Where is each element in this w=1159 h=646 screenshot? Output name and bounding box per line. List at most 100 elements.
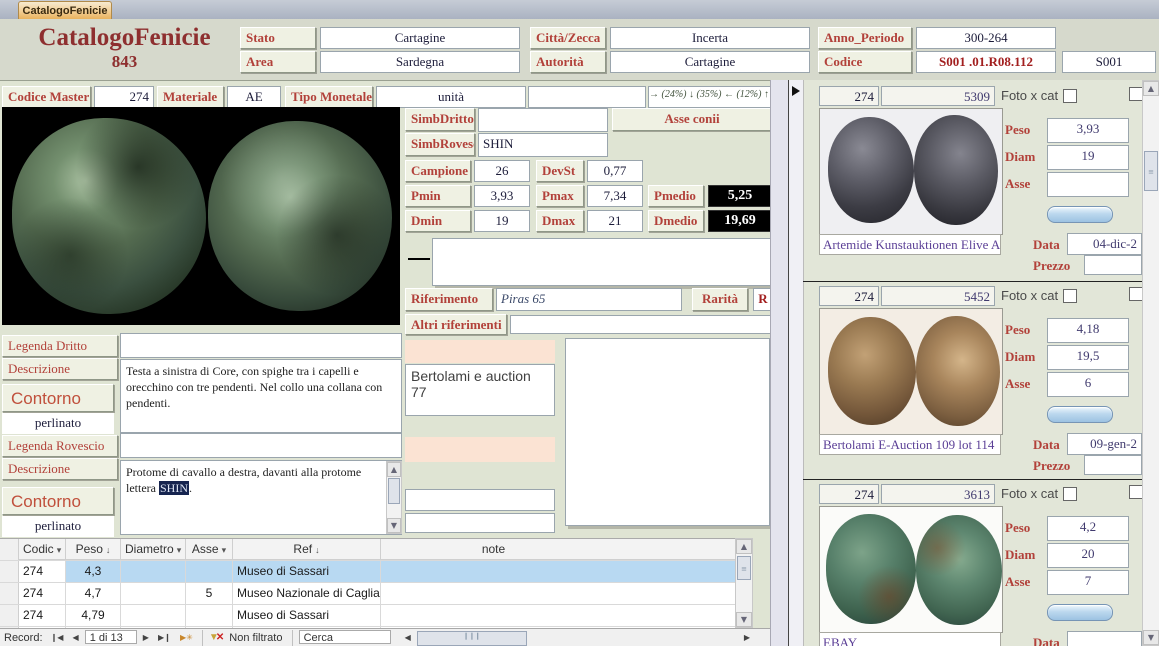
data-field[interactable]: 09-gen-2 (1067, 433, 1142, 455)
cell-asse[interactable] (186, 605, 233, 626)
record-flag-checkbox[interactable] (1129, 287, 1143, 301)
row-selector[interactable] (0, 583, 19, 604)
legenda-rovescio-field[interactable] (120, 433, 402, 458)
first-record-button[interactable]: ❙◀ (48, 629, 67, 642)
col-header-peso[interactable]: Peso↓ (66, 539, 121, 560)
link-button[interactable] (1047, 206, 1113, 223)
cell-note[interactable] (381, 583, 753, 604)
next-record-button[interactable]: ▶ (140, 629, 152, 642)
codice-short-field[interactable]: S001 (1062, 51, 1156, 73)
record-flag-checkbox[interactable] (1129, 485, 1143, 499)
scrollbar-thumb[interactable] (388, 478, 400, 504)
foto-x-cat-checkbox[interactable] (1063, 487, 1077, 501)
cell-note[interactable] (381, 605, 753, 626)
record-codice-field[interactable]: 274 (819, 86, 879, 106)
cell-diametro[interactable] (121, 561, 186, 582)
record-position[interactable]: 1 di 13 (85, 630, 137, 644)
col-header-note[interactable]: note (381, 539, 753, 560)
table-row[interactable]: 274 4,3 Museo di Sassari (0, 561, 753, 583)
diam-field[interactable]: 20 (1047, 543, 1129, 568)
last-record-button[interactable]: ▶❙ (155, 629, 174, 642)
scroll-up-icon[interactable]: ▲ (736, 539, 752, 554)
riferimento-field[interactable]: Piras 65 (496, 288, 682, 311)
link-button[interactable] (1047, 604, 1113, 621)
descrizione-dritto-field[interactable]: Testa a sinistra di Core, con spighe tra… (120, 359, 402, 433)
record-id-field[interactable]: 5309 (881, 86, 995, 106)
asse-field[interactable]: 6 (1047, 372, 1129, 397)
prezzo-field[interactable] (1084, 455, 1142, 475)
cell-asse[interactable]: 5 (186, 583, 233, 604)
cell-peso[interactable]: 4,7 (66, 583, 121, 604)
col-header-asse[interactable]: Asse▾ (186, 539, 233, 560)
codice-field[interactable]: S001 .01.R08.112 (916, 51, 1056, 73)
descrizione-rovescio-scrollbar[interactable]: ▲ ▼ (386, 461, 402, 534)
peso-field[interactable]: 4,18 (1047, 318, 1129, 343)
pmin-field[interactable]: 3,93 (474, 185, 530, 207)
row-selector[interactable] (0, 605, 19, 626)
peso-field[interactable]: 4,2 (1047, 516, 1129, 541)
contorno-dritto-field[interactable]: perlinato (2, 413, 114, 434)
scrollbar-thumb[interactable]: ≡ (1144, 151, 1158, 191)
cell-codice[interactable]: 274 (19, 561, 66, 582)
asse-field[interactable]: 7 (1047, 570, 1129, 595)
link-button[interactable] (1047, 406, 1113, 423)
cell-asse[interactable] (186, 561, 233, 582)
row-selector-header[interactable] (0, 539, 19, 560)
campione-field[interactable]: 26 (474, 160, 530, 182)
cell-ref[interactable]: Museo Nazionale di Cagliari 758-7 (233, 583, 381, 604)
diam-field[interactable]: 19,5 (1047, 345, 1129, 370)
auction-note-field[interactable]: Bertolami e auction 77 (405, 364, 555, 416)
scroll-up-icon[interactable]: ▲ (387, 462, 401, 477)
auction-caption[interactable]: EBAY (819, 632, 1001, 646)
sort-icon[interactable]: ↓ (106, 545, 111, 555)
contorno-rovescio-field[interactable]: perlinato (2, 516, 114, 537)
auction-caption[interactable]: Artemide Kunstauktionen Elive Auction (819, 234, 1001, 255)
hscrollbar-thumb[interactable]: ❙❙❙ (417, 631, 527, 646)
col-header-ref[interactable]: Ref↓ (233, 539, 381, 560)
foto-x-cat-checkbox[interactable] (1063, 289, 1077, 303)
scrollbar-thumb[interactable]: ≡ (737, 556, 751, 580)
cell-codice[interactable]: 274 (19, 583, 66, 604)
new-record-button[interactable]: ▶✳ (177, 629, 196, 642)
col-header-diametro[interactable]: Diametro▾ (121, 539, 186, 560)
tipo-monetale-extra-field[interactable] (528, 86, 646, 108)
pmax-field[interactable]: 7,34 (587, 185, 643, 207)
scroll-down-icon[interactable]: ▼ (387, 518, 401, 533)
dropdown-arrow-icon[interactable]: ▾ (177, 545, 182, 555)
record-codice-field[interactable]: 274 (819, 286, 879, 306)
cell-peso[interactable]: 4,3 (66, 561, 121, 582)
tipo-monetale-field[interactable]: unità (376, 86, 526, 108)
cell-ref[interactable]: Museo di Sassari (233, 561, 381, 582)
middle-small-field-1[interactable] (405, 489, 555, 511)
descrizione-rovescio-field[interactable]: Protome di cavallo a destra, davanti all… (120, 460, 402, 535)
asse-field[interactable] (1047, 172, 1129, 197)
simbdritto-field[interactable] (478, 108, 608, 132)
record-codice-field[interactable]: 274 (819, 484, 879, 504)
anno-periodo-field[interactable]: 300-264 (916, 27, 1056, 49)
table-vertical-scrollbar[interactable]: ▲ ≡ ▼ (735, 538, 753, 628)
record-id-field[interactable]: 3613 (881, 484, 995, 504)
materiale-field[interactable]: AE (227, 86, 281, 108)
table-row[interactable]: 274 4,7 5 Museo Nazionale di Cagliari 75… (0, 583, 753, 605)
altri-riferimenti-field[interactable] (510, 315, 772, 334)
autorita-field[interactable]: Cartagine (610, 51, 810, 73)
col-header-codice[interactable]: Codic▾ (19, 539, 66, 560)
table-row[interactable]: 274 4,79 Museo di Sassari (0, 605, 753, 627)
codice-master-field[interactable]: 274 (94, 86, 154, 108)
sort-icon[interactable]: ↓ (315, 545, 320, 555)
citta-zecca-field[interactable]: Incerta (610, 27, 810, 49)
note-large-field[interactable] (432, 238, 772, 286)
scroll-down-icon[interactable]: ▼ (1143, 630, 1159, 645)
cell-diametro[interactable] (121, 605, 186, 626)
peso-field[interactable]: 3,93 (1047, 118, 1129, 143)
diam-field[interactable]: 19 (1047, 145, 1129, 170)
filter-status[interactable]: Non filtrato (227, 629, 285, 644)
cell-note[interactable] (381, 561, 753, 582)
prezzo-field[interactable] (1084, 255, 1142, 275)
filter-icon[interactable]: ▼✕ (209, 629, 224, 644)
middle-small-field-2[interactable] (405, 513, 555, 533)
tab-catalogofenicie[interactable]: CatalogoFenicie (18, 1, 112, 20)
subform-vertical-scrollbar[interactable]: ▲ ≡ ▼ (1142, 80, 1159, 646)
data-field[interactable]: 04-dic-2 (1067, 233, 1142, 255)
cell-diametro[interactable] (121, 583, 186, 604)
